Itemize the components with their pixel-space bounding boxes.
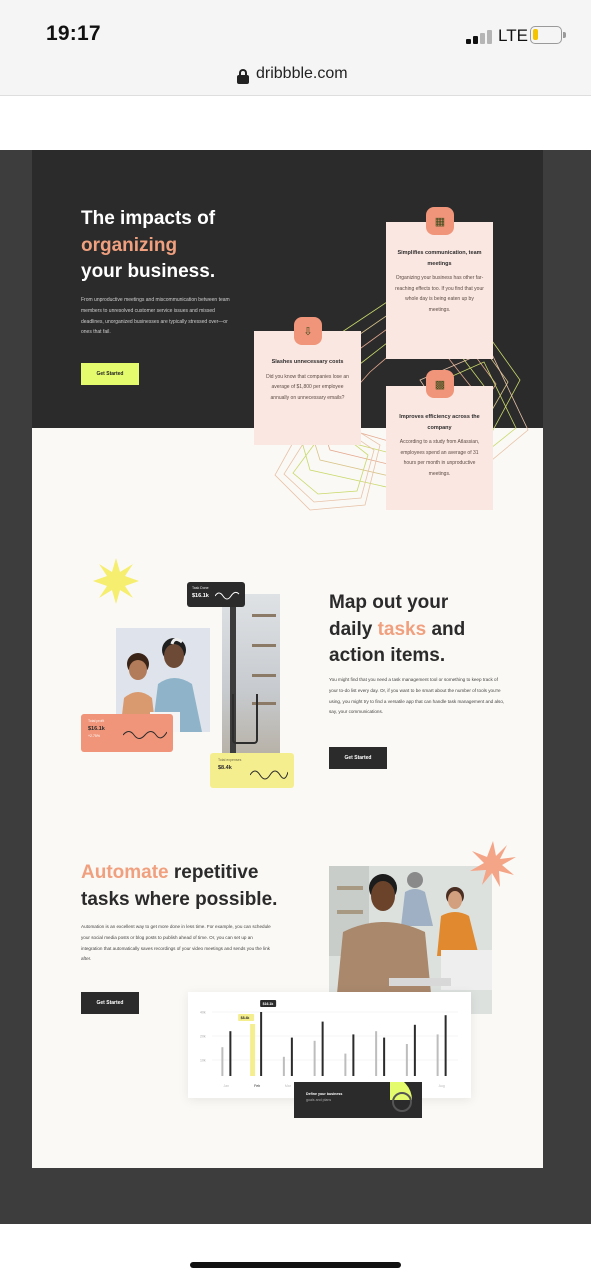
- battery-icon: [530, 26, 566, 44]
- data-label: $8.4k: [241, 1016, 250, 1020]
- chart-icon: ▩: [426, 370, 454, 398]
- map-out-title-line2: daily tasks and: [329, 618, 466, 640]
- data-label: $16.1k: [263, 1002, 274, 1006]
- network-label: LTE: [498, 26, 528, 45]
- total-profit-widget: Total profit $16.1k +2.75%: [81, 714, 173, 752]
- arrow-down-icon: ⇩: [294, 317, 322, 345]
- wave-icon: [123, 731, 167, 739]
- hero-title: The impacts of organizing your business.: [81, 206, 281, 286]
- task-done-widget: Task Done $16.1k: [187, 582, 245, 607]
- chat-icon: ▦: [426, 207, 454, 235]
- wave-icon: [215, 591, 240, 600]
- benefit-card-title: Simplifies communication, team meetings: [397, 250, 482, 267]
- benefit-card-costs: Slashes unnecessary costs Did you know t…: [254, 331, 361, 445]
- burst-decoration: [470, 841, 516, 887]
- hero-title-line3: your business.: [81, 261, 216, 282]
- bar-series-1: [436, 1034, 439, 1076]
- y-tick-label: 20k: [200, 1035, 206, 1039]
- x-tick-label: Feb: [254, 1084, 260, 1088]
- benefit-card-efficiency: Improves efficiency across the company A…: [386, 386, 493, 510]
- benefit-card-body: Did you know that companies lose an aver…: [266, 373, 349, 401]
- map-out-description: You might find that you need a task mana…: [329, 677, 505, 715]
- status-time: 19:17: [46, 22, 101, 45]
- bar-series-1: [313, 1040, 316, 1076]
- benefit-card-body: Organizing your business has other far-r…: [395, 275, 484, 313]
- total-expenses-widget: Total expenses $8.4k: [210, 753, 294, 788]
- y-tick-label: 10k: [200, 1059, 206, 1063]
- bar-series-1: [405, 1044, 408, 1076]
- map-out-title-line3: action items.: [329, 645, 446, 666]
- widget-label: Total expenses: [218, 758, 242, 762]
- automate-get-started-button[interactable]: Get Started: [81, 992, 139, 1014]
- bar-series-1: [221, 1047, 224, 1076]
- automate-description: Automation is an excellent way to get mo…: [81, 924, 271, 962]
- benefit-card-title: Improves efficiency across the company: [399, 414, 480, 431]
- bar-series-2: [229, 1031, 232, 1076]
- x-tick-label: Mar: [285, 1084, 292, 1088]
- benefit-card-body: According to a study from Atlassian, emp…: [399, 439, 480, 477]
- hero-title-accent: organizing: [81, 234, 178, 256]
- battery-level: [533, 29, 539, 40]
- url-text[interactable]: dribbble.com: [256, 65, 348, 83]
- hero-description: From unproductive meetings and miscommun…: [81, 297, 230, 336]
- automate-title-line1: Automate repetitive: [81, 862, 259, 883]
- benefit-card-title: Slashes unnecessary costs: [271, 359, 344, 365]
- address-bar[interactable]: dribbble.com: [0, 56, 591, 96]
- bar-series-2: [352, 1034, 355, 1076]
- bar-series-1: [375, 1031, 378, 1076]
- x-tick-label: Jan: [223, 1084, 229, 1088]
- map-out-title: Map out your daily tasks and action item…: [329, 590, 529, 670]
- bar-series-1: [282, 1056, 285, 1076]
- widget-label: Total profit: [88, 719, 105, 723]
- status-bar: 19:17 LTE: [0, 0, 591, 56]
- automate-title-line2: tasks where possible.: [81, 888, 278, 910]
- sun-burst-decoration: [93, 558, 139, 604]
- map-out-get-started-button[interactable]: Get Started: [329, 747, 387, 769]
- bar-series-2: [413, 1024, 416, 1076]
- home-indicator: [190, 1262, 401, 1268]
- bar-series-2: [290, 1037, 293, 1076]
- office-photo: [222, 594, 280, 754]
- automate-title: Automate repetitive tasks where possible…: [81, 860, 301, 913]
- hero-get-started-button[interactable]: Get Started: [81, 363, 139, 385]
- bar-series-2: [321, 1021, 324, 1076]
- bar-highlight: [250, 1024, 256, 1076]
- bar-series-2: [444, 1015, 447, 1076]
- wave-icon: [250, 770, 288, 780]
- bar-series-2: [260, 1012, 263, 1076]
- bar-series-2: [383, 1037, 386, 1076]
- x-tick-label: Aug: [439, 1084, 445, 1088]
- y-tick-label: 40k: [200, 1011, 206, 1015]
- hero-title-line1: The impacts of: [81, 208, 216, 229]
- signal-icon: [466, 30, 494, 44]
- pie-chart-icon: [390, 1082, 413, 1112]
- map-out-title-line1: Map out your: [329, 592, 449, 613]
- lock-icon: [237, 69, 249, 84]
- define-goals-popup[interactable]: Define your business goals and plans: [294, 1082, 422, 1118]
- bar-series-1: [344, 1053, 347, 1076]
- benefit-card-communication: Simplifies communication, team meetings …: [386, 222, 493, 359]
